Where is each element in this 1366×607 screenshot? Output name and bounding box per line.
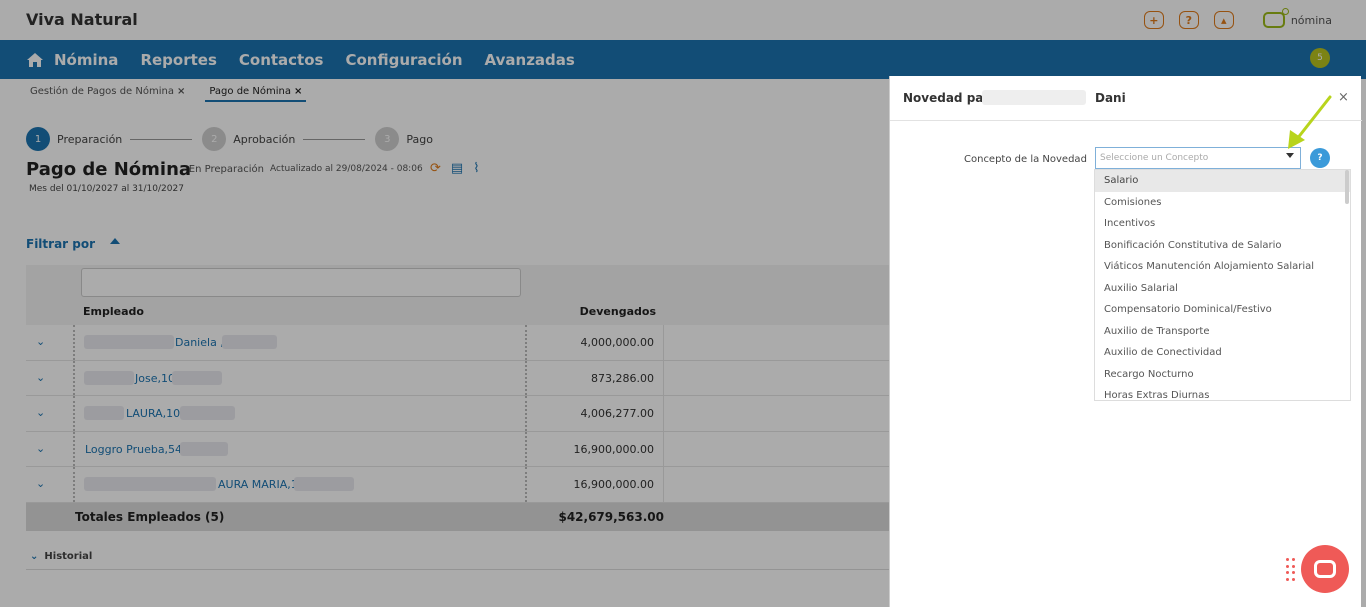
concept-label: Concepto de la Novedad [964, 154, 1087, 165]
dropdown-option[interactable]: Viáticos Manutención Alojamiento Salaria… [1095, 256, 1350, 278]
dropdown-option[interactable]: Recargo Nocturno [1095, 364, 1350, 386]
dropdown-option[interactable]: Compensatorio Dominical/Festivo [1095, 299, 1350, 321]
dropdown-option[interactable]: Auxilio de Conectividad [1095, 342, 1350, 364]
close-icon[interactable]: × [1338, 90, 1349, 105]
concept-dropdown: Salario Comisiones Incentivos Bonificaci… [1094, 169, 1351, 401]
redacted-name [982, 90, 1086, 105]
novedad-panel: Novedad para Dani × Concepto de la Noved… [889, 76, 1362, 607]
scrollbar[interactable] [1345, 170, 1349, 204]
dropdown-option[interactable]: Auxilio Salarial [1095, 278, 1350, 300]
dropdown-option[interactable]: Comisiones [1095, 192, 1350, 214]
chat-button[interactable] [1301, 545, 1349, 593]
dropdown-option[interactable]: Horas Extras Diurnas [1095, 385, 1350, 400]
dropdown-option[interactable]: Incentivos [1095, 213, 1350, 235]
dropdown-option[interactable]: Salario [1095, 170, 1350, 192]
drag-handle-icon[interactable] [1286, 558, 1296, 582]
panel-title-name: Dani [1095, 91, 1126, 105]
annotation-arrow-icon [1288, 95, 1332, 149]
select-placeholder: Seleccione un Concepto [1100, 153, 1209, 163]
concept-select[interactable]: Seleccione un Concepto [1095, 147, 1301, 169]
chat-icon [1314, 560, 1336, 578]
dropdown-option[interactable]: Bonificación Constitutiva de Salario [1095, 235, 1350, 257]
dropdown-option[interactable]: Auxilio de Transporte [1095, 321, 1350, 343]
